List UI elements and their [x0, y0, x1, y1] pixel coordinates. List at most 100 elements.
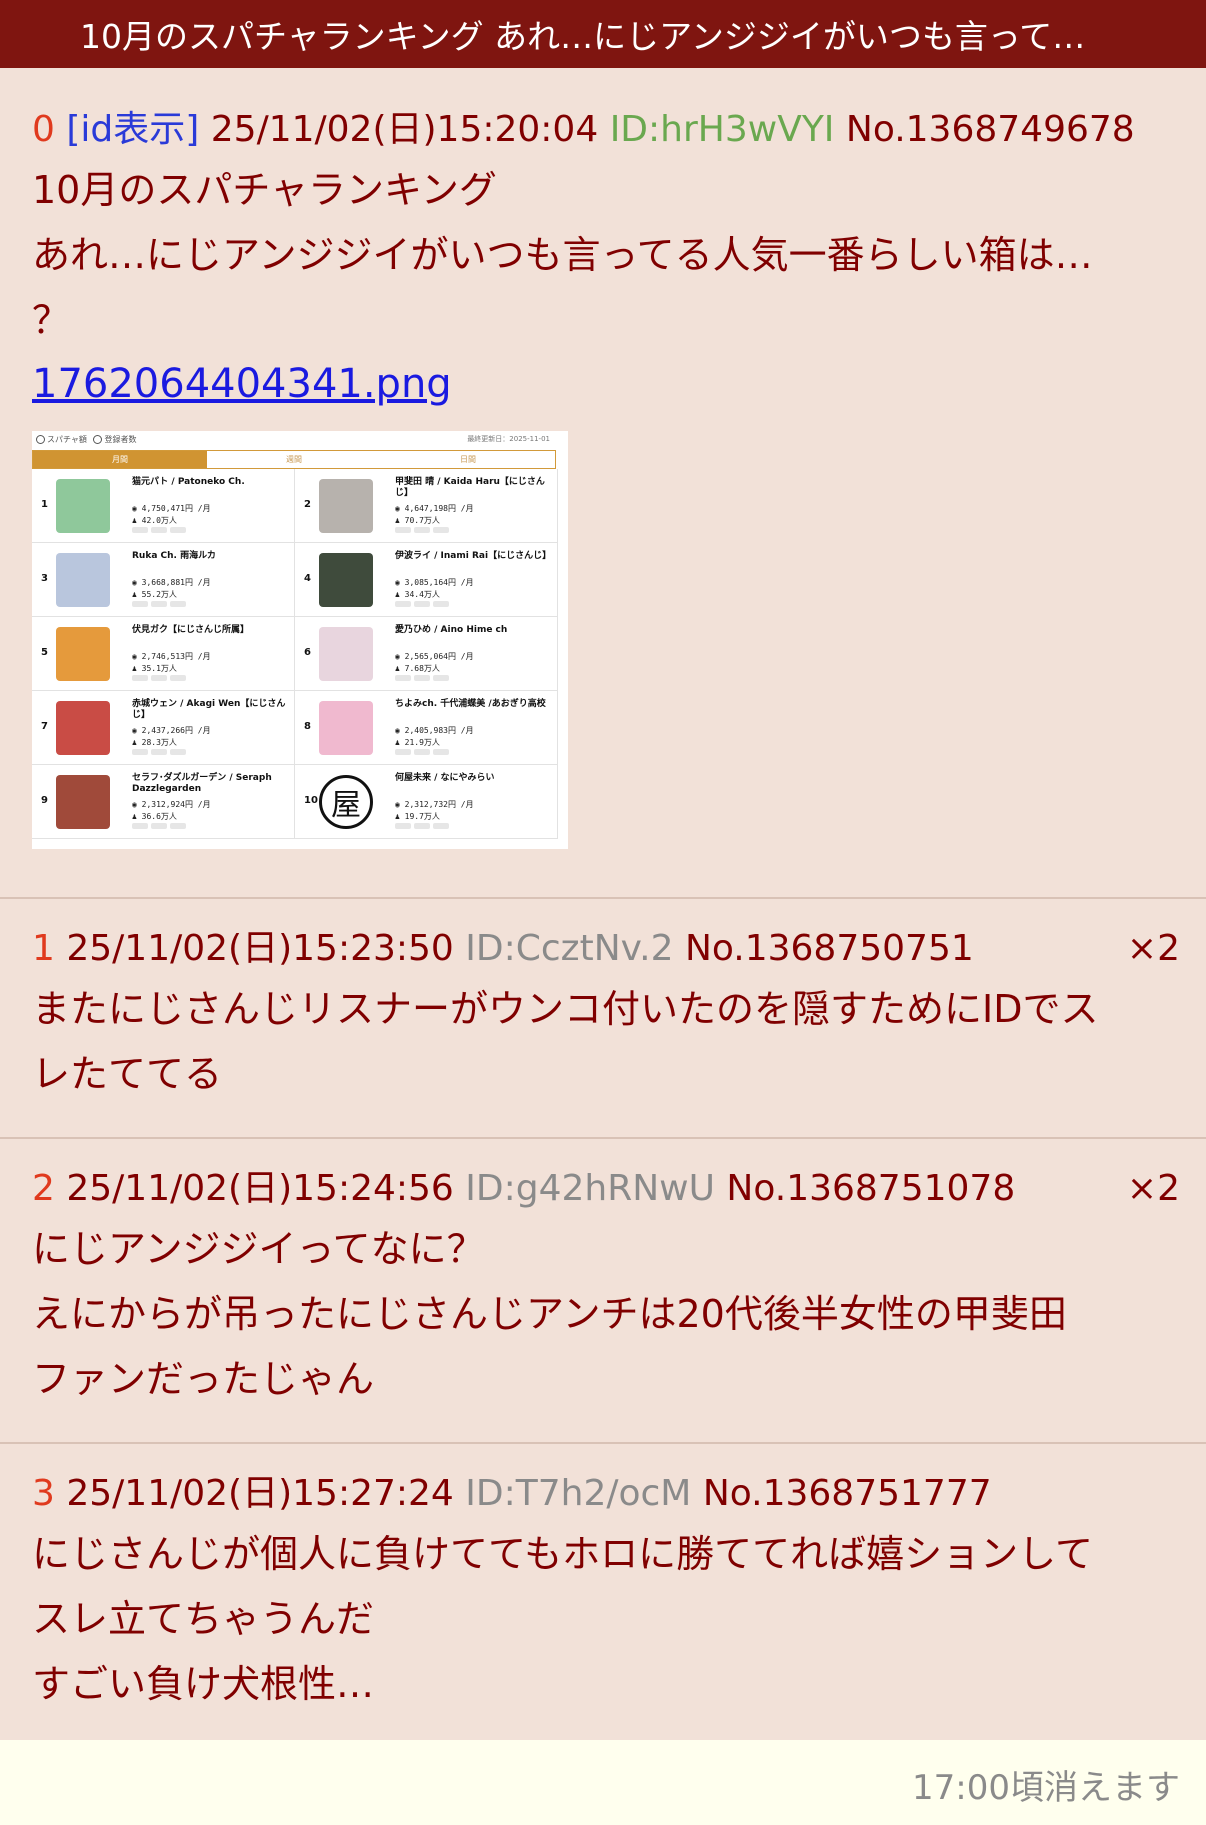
poster-id[interactable]: ID:g42hRNwU: [465, 1168, 715, 1209]
ranking-entry: 2 甲斐田 晴 / Kaida Haru【にじさんじ】 ◉ 4,647,198円 /…: [295, 469, 558, 543]
thumb-radio-label: 登録者数: [104, 435, 137, 444]
ranking-entry: 7 赤城ウェン / Akagi Wen【にじさんじ】 ◉ 2,437,266円 /月…: [32, 691, 295, 765]
subscriber-count: ♟ 70.7万人: [395, 516, 440, 525]
rank-number: 3: [41, 573, 48, 584]
monthly-amount: ◉ 2,312,732円 /月: [395, 800, 474, 809]
rank-number: 9: [41, 795, 48, 806]
person-icon: ♟: [132, 516, 142, 525]
coin-icon: ◉: [395, 652, 405, 661]
poster-id[interactable]: ID:CcztNv.2: [465, 928, 673, 969]
person-icon: ♟: [132, 590, 142, 599]
post-datetime: 25/11/02(日)15:20:04: [210, 109, 599, 150]
reply-post: 1 25/11/02(日)15:23:50 ID:CcztNv.2 No.136…: [0, 899, 1206, 1139]
tag-row: [395, 601, 449, 607]
person-icon: ♟: [395, 738, 405, 747]
thread-title-bar: 10月のスパチャランキング あれ…にじアンジジイがいつも言って…: [0, 0, 1206, 68]
post-number: 0: [32, 109, 55, 150]
rank-number: 5: [41, 647, 48, 658]
monthly-amount: ◉ 2,746,513円 /月: [132, 652, 211, 661]
monthly-amount: ◉ 4,647,198円 /月: [395, 504, 474, 513]
rank-number: 4: [304, 573, 311, 584]
channel-name: 赤城ウェン / Akagi Wen【にじさんじ】: [132, 699, 286, 720]
post-header: 1 25/11/02(日)15:23:50 ID:CcztNv.2 No.136…: [32, 921, 1180, 977]
channel-name: ちよみch. 千代浦蝶美 /あおぎり高校: [395, 699, 546, 709]
subscriber-count: ♟ 35.1万人: [132, 664, 177, 673]
channel-name: 猫元パト / Patoneko Ch.: [132, 477, 245, 487]
ranking-entry: 5 伏見ガク【にじさんじ所属】 ◉ 2,746,513円 /月 ♟ 35.1万人: [32, 617, 295, 691]
ranking-entry: 6 愛乃ひめ / Aino Hime ch ◉ 2,565,064円 /月 ♟ 7.6…: [295, 617, 558, 691]
rank-number: 7: [41, 721, 48, 732]
post-number: 1: [32, 928, 55, 969]
radio-icon: [36, 435, 45, 444]
avatar: [319, 553, 373, 607]
tag-row: [395, 749, 449, 755]
thumb-tab: 日間: [460, 455, 476, 464]
post-no[interactable]: No.1368750751: [685, 928, 974, 969]
avatar: [319, 701, 373, 755]
op-post: 0 [id表示] 25/11/02(日)15:20:04 ID:hrH3wVYI…: [0, 68, 1206, 899]
post-no[interactable]: No.1368749678: [846, 109, 1135, 150]
thumb-tabs: 月間 週間 日間: [32, 450, 556, 469]
channel-name: 愛乃ひめ / Aino Hime ch: [395, 625, 508, 635]
subscriber-count: ♟ 19.7万人: [395, 812, 440, 821]
person-icon: ♟: [395, 516, 405, 525]
tag-row: [132, 749, 186, 755]
ranking-entry: 3 Ruka Ch. 雨海ルカ ◉ 3,668,881円 /月 ♟ 55.2万人: [32, 543, 295, 617]
person-icon: ♟: [395, 812, 405, 821]
post-no[interactable]: No.1368751777: [703, 1473, 992, 1514]
attachment-link[interactable]: 1762064404341.png: [32, 353, 452, 415]
tag-row: [395, 823, 449, 829]
post-body-line: ファンだったじゃん: [32, 1357, 375, 1401]
avatar: [56, 553, 110, 607]
reply-count-badge[interactable]: ×2: [1127, 1161, 1180, 1217]
post-body-line: にじさんじが個人に負けててもホロに勝ててれば嬉ションして: [32, 1532, 1093, 1576]
subscriber-count: ♟ 42.0万人: [132, 516, 177, 525]
channel-name: 甲斐田 晴 / Kaida Haru【にじさんじ】: [395, 477, 545, 498]
coin-icon: ◉: [132, 726, 142, 735]
person-icon: ♟: [132, 812, 142, 821]
post-body-line: 10月のスパチャランキング: [32, 168, 497, 212]
monthly-amount: ◉ 2,312,924円 /月: [132, 800, 211, 809]
post-body-line: あれ…にじアンジジイがいつも言ってる人気一番らしい箱は…: [32, 233, 1093, 277]
monthly-amount: ◉ 3,668,881円 /月: [132, 578, 211, 587]
post-header: 2 25/11/02(日)15:24:56 ID:g42hRNwU No.136…: [32, 1161, 1180, 1217]
avatar: [319, 627, 373, 681]
thumb-filter-row: スパチャ額 登録者数 最終更新日：2025-11-01: [32, 431, 568, 450]
person-icon: ♟: [395, 664, 405, 673]
coin-icon: ◉: [132, 578, 142, 587]
post-datetime: 25/11/02(日)15:24:56: [66, 1168, 454, 1209]
monthly-amount: ◉ 2,565,064円 /月: [395, 652, 474, 661]
post-body-line: スレ立てちゃうんだ: [32, 1597, 375, 1641]
avatar: [56, 701, 110, 755]
rank-number: 8: [304, 721, 311, 732]
rank-number: 1: [41, 499, 48, 510]
ranking-entry: 9 セラフ･ダズルガーデン / Seraph Dazzlegarden ◉ 2,31…: [32, 765, 295, 839]
tag-row: [132, 823, 186, 829]
reply-post: 3 25/11/02(日)15:27:24 ID:T7h2/ocM No.136…: [0, 1444, 1206, 1747]
poster-id[interactable]: ID:hrH3wVYI: [610, 109, 835, 150]
id-toggle-link[interactable]: [id表示]: [66, 109, 199, 150]
channel-name: 伊波ライ / Inami Rai【にじさんじ】: [395, 551, 552, 561]
post-body-line: すごい負け犬根性…: [32, 1662, 375, 1706]
ranking-entry: 8 ちよみch. 千代浦蝶美 /あおぎり高校 ◉ 2,405,983円 /月 ♟ 21…: [295, 691, 558, 765]
subscriber-count: ♟ 28.3万人: [132, 738, 177, 747]
coin-icon: ◉: [395, 726, 405, 735]
attachment-thumbnail[interactable]: スパチャ額 登録者数 最終更新日：2025-11-01 月間 週間 日間 1 猫元…: [32, 431, 568, 849]
coin-icon: ◉: [395, 578, 405, 587]
channel-name: 何屋未来 / なにやみらい: [395, 773, 495, 783]
rank-number: 2: [304, 499, 311, 510]
coin-icon: ◉: [132, 652, 142, 661]
post-datetime: 25/11/02(日)15:27:24: [66, 1473, 454, 1514]
monthly-amount: ◉ 4,750,471円 /月: [132, 504, 211, 513]
post-no[interactable]: No.1368751078: [726, 1168, 1015, 1209]
coin-icon: ◉: [132, 800, 142, 809]
channel-name: セラフ･ダズルガーデン / Seraph Dazzlegarden: [132, 773, 272, 794]
tag-row: [395, 675, 449, 681]
poster-id[interactable]: ID:T7h2/ocM: [465, 1473, 691, 1514]
channel-name: 伏見ガク【にじさんじ所属】: [132, 625, 250, 635]
channel-name: Ruka Ch. 雨海ルカ: [132, 551, 216, 561]
avatar: [56, 627, 110, 681]
tag-row: [132, 527, 186, 533]
avatar: 屋: [319, 775, 373, 829]
reply-count-badge[interactable]: ×2: [1127, 921, 1180, 977]
